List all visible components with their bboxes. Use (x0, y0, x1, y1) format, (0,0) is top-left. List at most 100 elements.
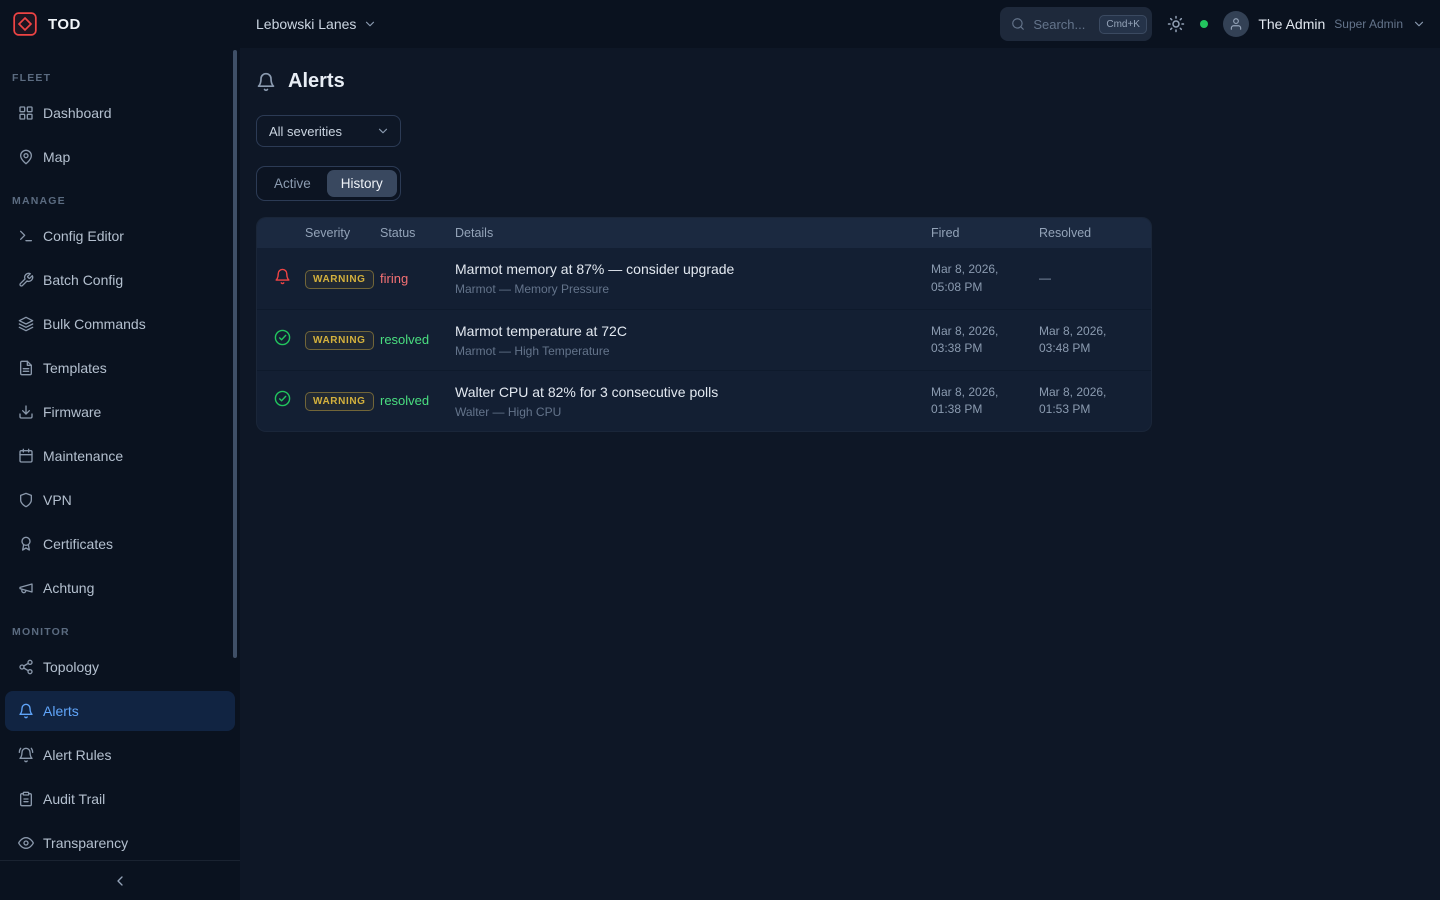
alert-row[interactable]: WARNINGresolvedMarmot temperature at 72C… (257, 309, 1151, 370)
severity-badge: WARNING (305, 270, 374, 289)
alert-subtitle: Walter — High CPU (455, 405, 931, 419)
resolved-at: — (1039, 270, 1149, 287)
sidebar-item-audit-trail[interactable]: Audit Trail (5, 779, 235, 819)
resolved-at: Mar 8, 2026, 03:48 PM (1039, 323, 1149, 358)
sidebar-item-alert-rules[interactable]: Alert Rules (5, 735, 235, 775)
alert-title: Walter CPU at 82% for 3 consecutive poll… (455, 384, 931, 400)
calendar-icon (18, 448, 34, 464)
eye-icon (18, 835, 34, 851)
status-text: resolved (380, 332, 429, 347)
user-role: Super Admin (1334, 17, 1403, 31)
sidebar-section-label: MANAGE (0, 195, 240, 207)
sidebar-item-topology[interactable]: Topology (5, 647, 235, 687)
alert-row[interactable]: WARNING firing Marmot memory at 87% — cons… (257, 248, 1151, 309)
sidebar-item-label: Firmware (43, 404, 101, 420)
bell-alert-icon (274, 268, 291, 285)
topbar-actions: Cmd+K The Admin Super Admin (1000, 7, 1440, 41)
layers-icon (18, 316, 34, 332)
chevron-left-icon (112, 873, 128, 889)
severity-badge: WARNING (305, 392, 374, 411)
resolved-at: Mar 8, 2026, 01:53 PM (1039, 384, 1149, 419)
user-menu[interactable]: The Admin Super Admin (1223, 11, 1426, 37)
download-icon (18, 404, 34, 420)
sidebar-item-label: Config Editor (43, 228, 124, 244)
alert-title: Marmot memory at 87% — consider upgrade (455, 261, 931, 277)
fired-at: Mar 8, 2026, 05:08 PM (931, 261, 1039, 296)
megaphone-icon (18, 580, 34, 596)
sidebar-item-firmware[interactable]: Firmware (5, 392, 235, 432)
severity-filter-value: All severities (269, 124, 342, 139)
clipboard-icon (18, 791, 34, 807)
sidebar-item-bulk-commands[interactable]: Bulk Commands (5, 304, 235, 344)
sidebar-item-transparency[interactable]: Transparency (5, 823, 235, 860)
sidebar-scrollbar[interactable] (233, 50, 237, 658)
terminal-icon (18, 228, 34, 244)
avatar (1223, 11, 1249, 37)
alerts-tabs: ActiveHistory (256, 166, 401, 201)
bell-ring-icon (18, 747, 34, 763)
user-icon (1229, 17, 1243, 31)
search-box[interactable]: Cmd+K (1000, 7, 1152, 41)
online-status-dot (1200, 20, 1208, 28)
app-name: TOD (48, 16, 81, 33)
user-name: The Admin (1258, 16, 1325, 32)
status-text: firing (380, 271, 408, 286)
sidebar-item-maintenance[interactable]: Maintenance (5, 436, 235, 476)
sidebar-item-dashboard[interactable]: Dashboard (5, 93, 235, 133)
column-header: Fired (931, 226, 1039, 240)
sidebar-collapse-button[interactable] (0, 860, 240, 900)
award-icon (18, 536, 34, 552)
wrench-icon (18, 272, 34, 288)
shield-icon (18, 492, 34, 508)
org-selector[interactable]: Lebowski Lanes (256, 16, 377, 32)
severity-filter-select[interactable]: All severities (256, 115, 401, 147)
sidebar-item-label: Alerts (43, 703, 79, 719)
topbar-brand: TOD (0, 11, 240, 37)
alert-row[interactable]: WARNING resolved Walter CPU at 82% for 3 c… (257, 370, 1151, 431)
sidebar-item-certificates[interactable]: Certificates (5, 524, 235, 564)
table-body: WARNING firing Marmot memory at 87% — cons… (257, 248, 1151, 431)
sidebar-item-label: Transparency (43, 835, 128, 851)
sidebar-item-alerts[interactable]: Alerts (5, 691, 235, 731)
bell-icon (18, 703, 34, 719)
bell-icon (256, 72, 276, 92)
column-header: Resolved (1039, 226, 1149, 240)
sidebar-item-vpn[interactable]: VPN (5, 480, 235, 520)
sidebar-item-label: Topology (43, 659, 99, 675)
sidebar-item-label: Dashboard (43, 105, 112, 121)
topbar: TOD Lebowski Lanes Cmd+K The Admin Super… (0, 0, 1440, 48)
sidebar-item-label: Alert Rules (43, 747, 111, 763)
sidebar-item-label: Achtung (43, 580, 94, 596)
main-content: Alerts All severities ActiveHistory Seve… (240, 48, 1440, 900)
sidebar-item-label: Audit Trail (43, 791, 105, 807)
page-header: Alerts (256, 70, 1424, 93)
sidebar-item-label: Templates (43, 360, 107, 376)
tab-history[interactable]: History (327, 170, 397, 197)
status-text: resolved (380, 393, 429, 408)
sidebar-item-achtung[interactable]: Achtung (5, 568, 235, 608)
sidebar-item-label: VPN (43, 492, 72, 508)
sidebar-item-label: Bulk Commands (43, 316, 146, 332)
sidebar-section-label: MONITOR (0, 626, 240, 638)
chevron-down-icon (363, 17, 377, 31)
sidebar-item-label: Certificates (43, 536, 113, 552)
search-input[interactable] (1033, 17, 1091, 32)
sidebar-item-templates[interactable]: Templates (5, 348, 235, 388)
alerts-table: SeverityStatusDetailsFiredResolved WARNI… (256, 217, 1152, 432)
sidebar-item-config-editor[interactable]: Config Editor (5, 216, 235, 256)
fired-at: Mar 8, 2026, 01:38 PM (931, 384, 1039, 419)
column-header: Details (455, 226, 931, 240)
chevron-down-icon (376, 124, 390, 138)
sidebar: FLEET Dashboard Map MANAGE Config Editor Batc… (0, 48, 240, 900)
check-circle-icon (274, 390, 291, 407)
file-text-icon (18, 360, 34, 376)
tab-active[interactable]: Active (260, 170, 325, 197)
sidebar-item-batch-config[interactable]: Batch Config (5, 260, 235, 300)
theme-toggle-sun-icon[interactable] (1167, 15, 1185, 33)
org-name: Lebowski Lanes (256, 16, 356, 32)
sidebar-section-label: FLEET (0, 72, 240, 84)
sidebar-item-map[interactable]: Map (5, 137, 235, 177)
share-network-icon (18, 659, 34, 675)
page-title: Alerts (288, 70, 345, 93)
chevron-down-icon (1412, 17, 1426, 31)
